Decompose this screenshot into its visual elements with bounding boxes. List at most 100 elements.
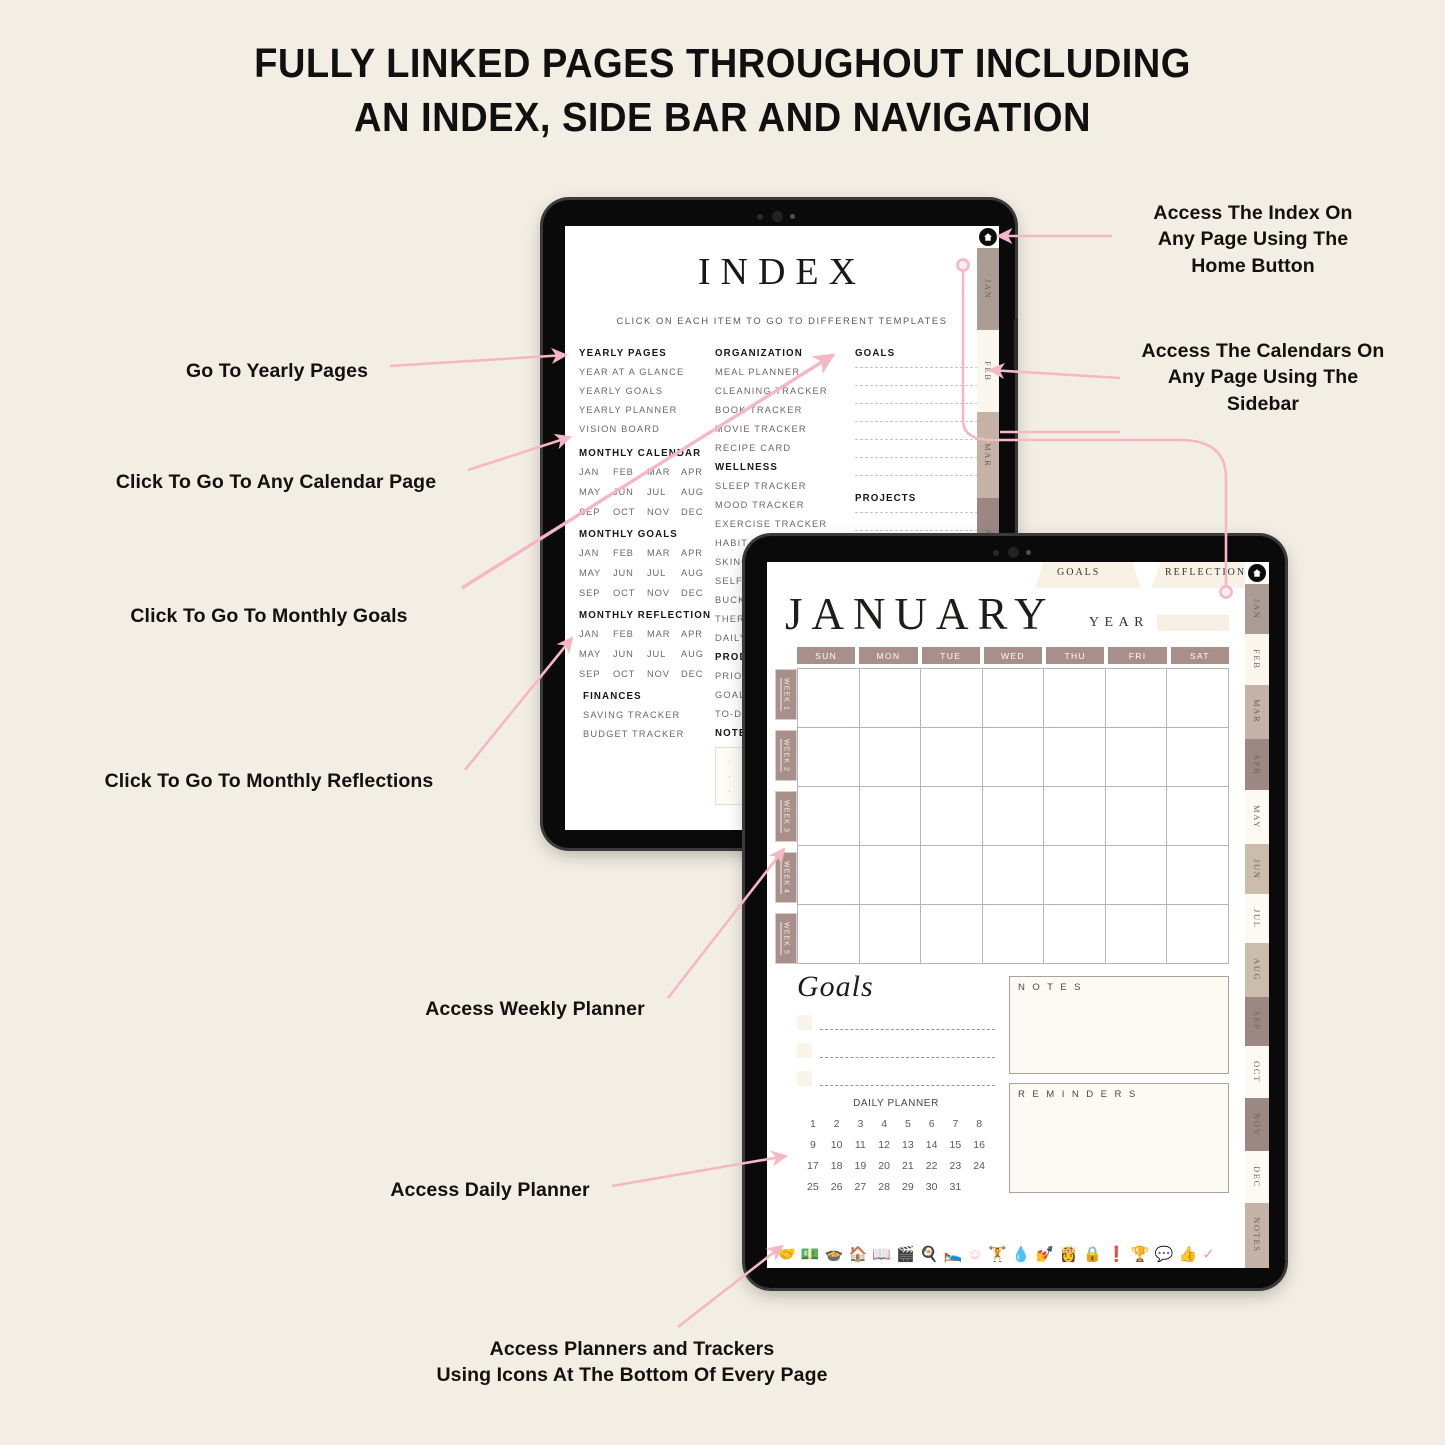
home-button-january[interactable]: [1245, 562, 1269, 584]
home-button-index[interactable]: [977, 226, 999, 248]
lock-icon[interactable]: 🔒: [1083, 1247, 1102, 1262]
speech-bubble-icon[interactable]: 💬: [1155, 1247, 1174, 1262]
projects-write-lines[interactable]: [855, 512, 983, 531]
goal-month[interactable]: JUL: [647, 568, 681, 578]
item-cleaning-tracker[interactable]: CLEANING TRACKER: [715, 386, 855, 396]
cal-month[interactable]: SEP: [579, 507, 613, 517]
item-recipe-card[interactable]: RECIPE CARD: [715, 443, 855, 453]
item-vision-board[interactable]: VISION BOARD: [579, 424, 715, 434]
day-link[interactable]: 14: [920, 1139, 944, 1151]
calendar-cell[interactable]: [798, 846, 860, 905]
cal-month[interactable]: JUL: [647, 487, 681, 497]
calendar-cell[interactable]: [921, 846, 983, 905]
reflect-month[interactable]: JUL: [647, 649, 681, 659]
reflect-month[interactable]: MAY: [579, 649, 613, 659]
calendar-cell[interactable]: [1167, 905, 1229, 964]
week-tab-4[interactable]: WEEK 4: [775, 852, 797, 903]
cal-month[interactable]: DEC: [681, 507, 715, 517]
day-link[interactable]: 27: [849, 1181, 873, 1193]
reflect-month[interactable]: APR: [681, 629, 715, 639]
tab-goals[interactable]: GOALS: [1057, 567, 1100, 578]
goal-row[interactable]: [797, 1043, 995, 1058]
week-tab-1[interactable]: WEEK 1: [775, 669, 797, 720]
day-link[interactable]: 9: [801, 1139, 825, 1151]
day-link[interactable]: 17: [801, 1160, 825, 1172]
goal-month[interactable]: OCT: [613, 588, 647, 598]
item-yearly-goals[interactable]: YEARLY GOALS: [579, 386, 715, 396]
goal-checkbox[interactable]: [797, 1071, 812, 1086]
calendar-cell[interactable]: [859, 846, 922, 905]
item-saving-tracker[interactable]: SAVING TRACKER: [579, 710, 715, 720]
calendar-cell[interactable]: [1105, 905, 1168, 964]
calendar-cell[interactable]: [859, 905, 922, 964]
goal-checkbox[interactable]: [797, 1015, 812, 1030]
day-link[interactable]: 2: [825, 1118, 849, 1130]
cal-month[interactable]: NOV: [647, 507, 681, 517]
item-book-tracker[interactable]: BOOK TRACKER: [715, 405, 855, 415]
sidebar-month-nov[interactable]: NOV: [1245, 1097, 1269, 1151]
bowl-icon[interactable]: 🍲: [825, 1247, 844, 1262]
goal-line[interactable]: [820, 1075, 995, 1086]
calendar-cell[interactable]: [1167, 669, 1229, 728]
day-link[interactable]: 11: [849, 1139, 873, 1151]
calendar-cell[interactable]: [921, 669, 983, 728]
goal-checkbox[interactable]: [797, 1043, 812, 1058]
notes-panel[interactable]: N O T E S: [1009, 976, 1229, 1074]
day-link[interactable]: 12: [872, 1139, 896, 1151]
item-sleep-tracker[interactable]: SLEEP TRACKER: [715, 481, 855, 491]
year-input[interactable]: [1157, 615, 1229, 631]
reflect-month[interactable]: JUN: [613, 649, 647, 659]
calendar-cell[interactable]: [798, 905, 860, 964]
heading-yearly-pages[interactable]: YEARLY PAGES: [579, 348, 715, 359]
calendar-cell[interactable]: [982, 728, 1045, 787]
goal-row[interactable]: [797, 1071, 995, 1086]
calendar-cell[interactable]: [1167, 728, 1229, 787]
item-budget-tracker[interactable]: BUDGET TRACKER: [579, 729, 715, 739]
day-link[interactable]: 26: [825, 1181, 849, 1193]
day-link[interactable]: 16: [967, 1139, 991, 1151]
sidebar-tab-notes[interactable]: NOTES: [1245, 1202, 1269, 1268]
sidebar-month-oct[interactable]: OCT: [1245, 1045, 1269, 1098]
sidebar-month-may[interactable]: MAY: [1245, 789, 1269, 844]
sidebar-month-dec[interactable]: DEC: [1245, 1150, 1269, 1203]
goal-line[interactable]: [820, 1019, 995, 1030]
dumbbell-icon[interactable]: 🏋: [988, 1247, 1007, 1262]
thumbs-up-icon[interactable]: 👍: [1178, 1247, 1197, 1262]
reminders-panel[interactable]: R E M I N D E R S: [1009, 1083, 1229, 1193]
goal-month[interactable]: NOV: [647, 588, 681, 598]
sidebar-month-apr[interactable]: APR: [1245, 738, 1269, 790]
calendar-cell[interactable]: [859, 669, 922, 728]
week-tab-5[interactable]: WEEK 5: [775, 913, 797, 964]
heading-monthly-goals[interactable]: MONTHLY GOALS: [579, 529, 715, 540]
reflect-month[interactable]: SEP: [579, 669, 613, 679]
cal-month[interactable]: MAY: [579, 487, 613, 497]
day-link[interactable]: 6: [920, 1118, 944, 1130]
calendar-cell[interactable]: [798, 728, 860, 787]
cal-month[interactable]: JAN: [579, 467, 613, 477]
money-icon[interactable]: 💵: [801, 1247, 820, 1262]
sidebar-month-jan[interactable]: JAN: [977, 248, 999, 331]
power-button[interactable]: [1014, 318, 1018, 370]
reflect-month[interactable]: OCT: [613, 669, 647, 679]
calendar-cell[interactable]: [921, 787, 983, 846]
day-link[interactable]: 4: [872, 1118, 896, 1130]
item-yearly-planner[interactable]: YEARLY PLANNER: [579, 405, 715, 415]
sidebar-month-sep[interactable]: SEP: [1245, 996, 1269, 1046]
calendar-cell[interactable]: [1044, 787, 1106, 846]
cal-month[interactable]: JUN: [613, 487, 647, 497]
item-movie-tracker[interactable]: MOVIE TRACKER: [715, 424, 855, 434]
goals-write-lines[interactable]: [855, 367, 983, 476]
sidebar-month-mar[interactable]: MAR: [1245, 684, 1269, 739]
week-tab-2[interactable]: WEEK 2: [775, 730, 797, 781]
cal-month[interactable]: FEB: [613, 467, 647, 477]
day-link[interactable]: 15: [944, 1139, 968, 1151]
calendar-cell[interactable]: [1105, 846, 1168, 905]
item-year-at-a-glance[interactable]: YEAR AT A GLANCE: [579, 367, 715, 377]
reflect-month[interactable]: DEC: [681, 669, 715, 679]
calendar-cell[interactable]: [798, 787, 860, 846]
smiley-icon[interactable]: ☺: [968, 1247, 983, 1262]
day-link[interactable]: 20: [872, 1160, 896, 1172]
day-link[interactable]: 25: [801, 1181, 825, 1193]
cal-month[interactable]: AUG: [681, 487, 715, 497]
goal-row[interactable]: [797, 1015, 995, 1030]
